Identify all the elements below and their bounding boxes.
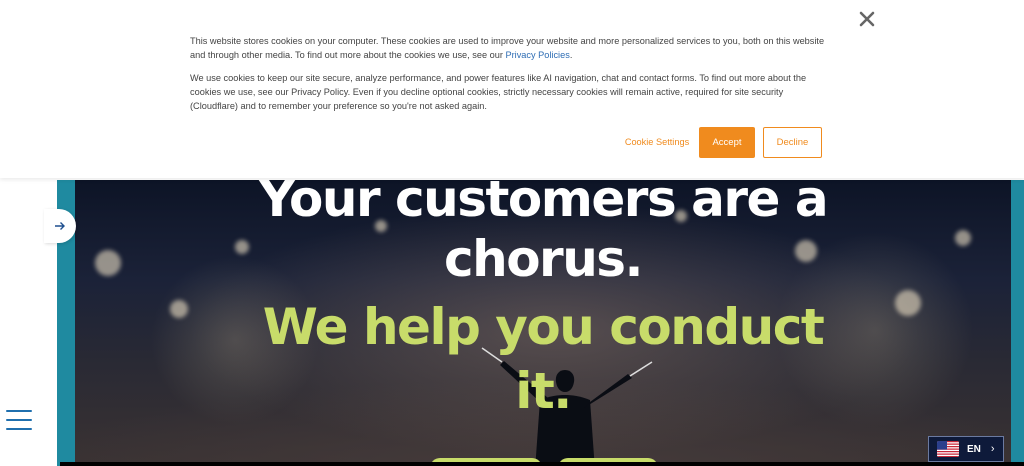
hero-section: Your customers are a chorus. We help you…	[75, 180, 1011, 466]
cookie-text-paragraph1: This website stores cookies on your comp…	[190, 36, 825, 60]
hero-headline-line2: chorus.	[443, 230, 644, 288]
hero-right-border	[1011, 180, 1024, 466]
arrow-right-icon	[55, 222, 65, 230]
accept-button[interactable]: Accept	[699, 127, 755, 158]
hero-headline-line1: Your customers are a	[258, 180, 829, 228]
cookie-banner: This website stores cookies on your comp…	[0, 0, 1024, 178]
language-code: EN	[967, 443, 981, 455]
cookie-text-paragraph2: We use cookies to keep our site secure, …	[190, 73, 807, 111]
page-bottom-edge	[60, 462, 1024, 466]
hero-subheadline-line1: We help you conduct	[262, 298, 825, 356]
language-selector[interactable]: EN ›	[928, 436, 1004, 462]
privacy-policies-link[interactable]: Privacy Policies	[505, 50, 569, 60]
close-icon[interactable]	[858, 10, 876, 28]
decline-button[interactable]: Decline	[763, 127, 822, 158]
hamburger-menu-icon[interactable]	[6, 410, 32, 432]
hero-subheadline-line2: it.	[515, 362, 572, 420]
chevron-right-icon: ›	[990, 443, 995, 455]
us-flag-icon	[937, 441, 959, 457]
cookie-settings-button[interactable]: Cookie Settings	[617, 133, 697, 151]
